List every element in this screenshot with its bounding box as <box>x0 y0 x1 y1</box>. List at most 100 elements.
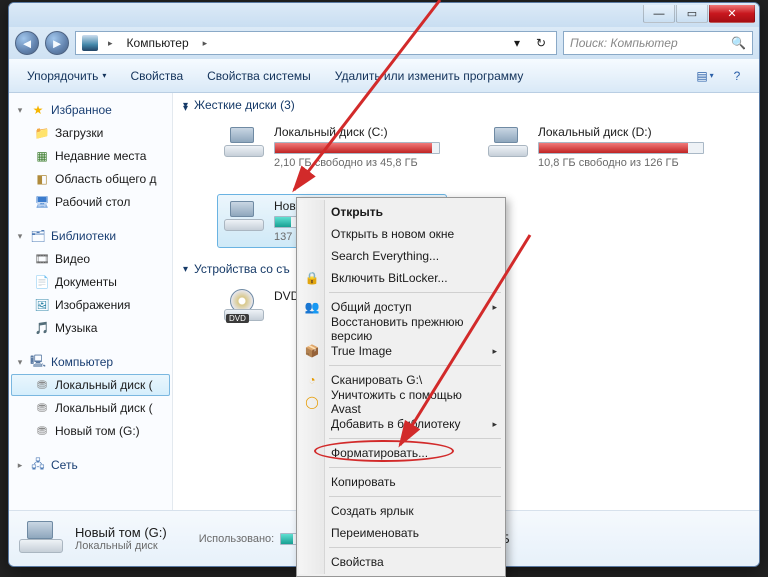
documents-icon: 📄 <box>34 274 50 290</box>
drive-icon <box>488 125 528 159</box>
trueimage-icon: 📦 <box>304 344 320 358</box>
network-icon: 🖧 <box>30 457 46 473</box>
search-input[interactable]: Поиск: Компьютер 🔍 <box>563 31 753 55</box>
drive-icon: ⛃ <box>34 423 50 439</box>
search-placeholder: Поиск: Компьютер <box>570 36 678 50</box>
address-history-button[interactable]: ▾ <box>506 32 528 54</box>
drive-freespace: 10,8 ГБ свободно из 126 ГБ <box>538 157 704 169</box>
command-bar: Упорядочить▾ Свойства Свойства системы У… <box>9 59 759 93</box>
nav-favorites-header[interactable]: ▾ ★ Избранное <box>11 99 170 121</box>
chevron-down-icon[interactable]: ▾ <box>15 357 25 368</box>
context-menu[interactable]: Открыть Открыть в новом окне Search Ever… <box>296 197 506 577</box>
ctx-format[interactable]: Форматировать... <box>299 442 503 464</box>
ctx-true-image[interactable]: 📦True Image▸ <box>299 340 503 362</box>
nav-drive-d[interactable]: ⛃Локальный диск ( <box>11 397 170 419</box>
chevron-right-icon[interactable]: ▸ <box>15 460 25 471</box>
drive-icon <box>19 519 63 559</box>
hdd-section-header-text[interactable]: ▾Жесткие диски (3) <box>183 98 749 112</box>
nav-forward-button[interactable]: ► <box>45 31 69 55</box>
window-close-button[interactable]: ✕ <box>709 5 755 23</box>
nav-documents[interactable]: 📄Документы <box>11 271 170 293</box>
drive-label: Локальный диск (D:) <box>538 125 704 139</box>
ctx-open-new-window[interactable]: Открыть в новом окне <box>299 223 503 245</box>
nav-drive-c[interactable]: ⛃Локальный диск ( <box>11 374 170 396</box>
nav-recent-places[interactable]: ▦Недавние места <box>11 145 170 167</box>
libraries-icon: 🗂 <box>30 228 46 244</box>
title-bar: — ▭ ✕ <box>9 3 759 27</box>
drive-icon <box>224 199 264 233</box>
ctx-restore-previous[interactable]: Восстановить прежнюю версию <box>299 318 503 340</box>
submenu-arrow-icon: ▸ <box>492 302 497 313</box>
submenu-arrow-icon: ▸ <box>492 419 497 430</box>
drive-freespace: 2,10 ГБ свободно из 45,8 ГБ <box>274 157 440 169</box>
nav-network-header[interactable]: ▸ 🖧 Сеть <box>11 454 170 476</box>
uninstall-programs-button[interactable]: Удалить или изменить программу <box>325 65 534 87</box>
nav-video[interactable]: 🎞Видео <box>11 248 170 270</box>
nav-drive-g[interactable]: ⛃Новый том (G:) <box>11 420 170 442</box>
ctx-avast-shred[interactable]: ◯Уничтожить с помощью Avast <box>299 391 503 413</box>
computer-icon <box>82 35 98 51</box>
system-properties-button[interactable]: Свойства системы <box>197 65 321 87</box>
capacity-bar <box>274 142 440 154</box>
ctx-open[interactable]: Открыть <box>299 201 503 223</box>
ctx-copy[interactable]: Копировать <box>299 471 503 493</box>
submenu-arrow-icon: ▸ <box>492 346 497 357</box>
lock-icon: 🔒 <box>304 271 320 285</box>
chevron-down-icon[interactable]: ▾ <box>15 105 25 116</box>
ctx-rename[interactable]: Переименовать <box>299 522 503 544</box>
search-icon: 🔍 <box>731 36 746 50</box>
chevron-down-icon[interactable]: ▾ <box>15 231 25 242</box>
ctx-bitlocker[interactable]: 🔒Включить BitLocker... <box>299 267 503 289</box>
drive-icon: ⛃ <box>34 377 50 393</box>
breadcrumb-caret[interactable]: ▸ <box>197 32 214 54</box>
breadcrumb[interactable]: ▸ Компьютер ▸ ▾ ↻ <box>75 31 557 55</box>
dvd-icon: DVD <box>224 289 264 323</box>
shared-icon: ◧ <box>34 171 50 187</box>
music-icon: 🎵 <box>34 320 50 336</box>
nav-shared[interactable]: ◧Область общего д <box>11 168 170 190</box>
nav-back-button[interactable]: ◄ <box>15 31 39 55</box>
drive-c[interactable]: Локальный диск (C:) 2,10 ГБ свободно из … <box>217 120 447 174</box>
window-minimize-button[interactable]: — <box>643 5 675 23</box>
ctx-create-shortcut[interactable]: Создать ярлык <box>299 500 503 522</box>
nav-music[interactable]: 🎵Музыка <box>11 317 170 339</box>
folder-icon: 📁 <box>34 125 50 141</box>
nav-libraries-header[interactable]: ▾ 🗂 Библиотеки <box>11 225 170 247</box>
share-icon: 👥 <box>304 300 320 314</box>
drive-d[interactable]: Локальный диск (D:) 10,8 ГБ свободно из … <box>481 120 711 174</box>
scan-icon: ◔ <box>304 373 320 387</box>
view-options-button[interactable]: ▤▾ <box>691 64 719 88</box>
breadcrumb-root-caret[interactable]: ▸ <box>102 32 119 54</box>
ctx-search-everything[interactable]: Search Everything... <box>299 245 503 267</box>
images-icon: 🖼 <box>34 297 50 313</box>
details-name: Новый том (G:) <box>75 525 167 540</box>
avast-icon: ◯ <box>304 395 320 409</box>
nav-desktop[interactable]: 🖥Рабочий стол <box>11 191 170 213</box>
address-refresh-button[interactable]: ↻ <box>530 32 552 54</box>
video-icon: 🎞 <box>34 251 50 267</box>
drive-icon <box>224 125 264 159</box>
drive-icon: ⛃ <box>34 400 50 416</box>
desktop-icon: 🖥 <box>34 194 50 210</box>
organize-button[interactable]: Упорядочить▾ <box>17 65 116 87</box>
ctx-properties[interactable]: Свойства <box>299 551 503 573</box>
details-type: Локальный диск <box>75 540 167 552</box>
details-used-label: Использовано: <box>199 533 275 545</box>
address-bar-row: ◄ ► ▸ Компьютер ▸ ▾ ↻ Поиск: Компьютер 🔍 <box>9 27 759 59</box>
properties-button[interactable]: Свойства <box>120 65 193 87</box>
chevron-down-icon[interactable]: ▾ <box>183 264 188 275</box>
navigation-pane[interactable]: ▾ ★ Избранное 📁Загрузки ▦Недавние места … <box>9 93 173 510</box>
star-icon: ★ <box>30 102 46 118</box>
computer-icon: 🖳 <box>30 354 46 370</box>
ctx-add-to-library[interactable]: Добавить в библиотеку▸ <box>299 413 503 435</box>
nav-images[interactable]: 🖼Изображения <box>11 294 170 316</box>
breadcrumb-computer[interactable]: Компьютер <box>121 32 195 54</box>
capacity-bar <box>538 142 704 154</box>
help-button[interactable]: ? <box>723 64 751 88</box>
breadcrumb-root-icon[interactable] <box>80 32 100 54</box>
nav-computer-header[interactable]: ▾ 🖳 Компьютер <box>11 351 170 373</box>
window-maximize-button[interactable]: ▭ <box>676 5 708 23</box>
drive-label: Локальный диск (C:) <box>274 125 440 139</box>
recent-icon: ▦ <box>34 148 50 164</box>
nav-downloads[interactable]: 📁Загрузки <box>11 122 170 144</box>
